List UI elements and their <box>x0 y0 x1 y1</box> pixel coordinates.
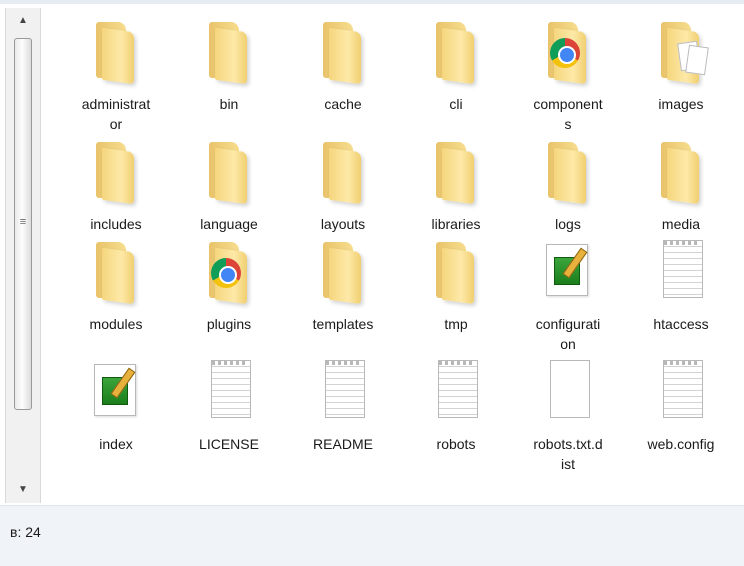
file-label: logs <box>555 216 581 232</box>
file-label: bin <box>219 96 239 112</box>
scroll-up-arrow-icon[interactable]: ▲ <box>6 10 40 32</box>
file-item-robots-txt-dist[interactable]: robots.txt.d ist <box>520 358 616 474</box>
file-item-media[interactable]: media <box>633 138 729 234</box>
vertical-scrollbar[interactable]: ▲ ≡ ▼ <box>5 8 41 503</box>
file-item-readme[interactable]: README <box>295 358 391 454</box>
folder-icon <box>538 138 598 206</box>
file-item-bin[interactable]: bin <box>181 18 277 114</box>
file-item-language[interactable]: language <box>181 138 277 234</box>
file-label: includes <box>90 216 142 232</box>
file-label: modules <box>89 316 143 332</box>
php-file-icon <box>86 358 146 426</box>
folder-icon <box>651 138 711 206</box>
chrome-folder-icon <box>538 18 598 86</box>
file-label: cache <box>324 96 362 112</box>
folder-icon <box>86 238 146 306</box>
folder-icon <box>313 138 373 206</box>
file-item-htaccess[interactable]: htaccess <box>633 238 729 334</box>
text-file-icon <box>651 358 711 426</box>
file-label: htaccess <box>653 316 709 332</box>
file-label: README <box>313 436 373 452</box>
status-bar: в: 24 <box>0 505 744 566</box>
file-label: images <box>658 96 704 112</box>
file-item-templates[interactable]: templates <box>295 238 391 334</box>
chrome-folder-icon <box>199 238 259 306</box>
file-label: tmp <box>444 316 468 332</box>
file-item-index[interactable]: index <box>68 358 164 454</box>
file-label: media <box>661 216 701 232</box>
scrollbar-thumb[interactable]: ≡ <box>14 38 32 410</box>
php-file-icon <box>538 238 598 306</box>
file-item-cli[interactable]: cli <box>408 18 504 114</box>
folder-icon <box>86 138 146 206</box>
text-file-icon <box>313 358 373 426</box>
file-label: LICENSE <box>199 436 259 452</box>
text-file-icon <box>199 358 259 426</box>
scroll-down-arrow-icon[interactable]: ▼ <box>6 479 40 501</box>
text-file-icon <box>651 238 711 306</box>
images-folder-icon <box>651 18 711 86</box>
file-item-administrator[interactable]: administrat or <box>68 18 164 134</box>
window-top-edge <box>0 0 744 4</box>
file-label: cli <box>449 96 463 112</box>
file-label: layouts <box>320 216 366 232</box>
file-label: libraries <box>431 216 481 232</box>
file-label: language <box>200 216 258 232</box>
file-label: administrat or <box>81 96 151 132</box>
blank-file-icon <box>538 358 598 426</box>
folder-icon <box>313 238 373 306</box>
file-label: component s <box>533 96 603 132</box>
file-item-components[interactable]: component s <box>520 18 616 134</box>
file-label: plugins <box>206 316 252 332</box>
file-item-robots[interactable]: robots <box>408 358 504 454</box>
item-count: в: 24 <box>10 524 41 540</box>
file-item-libraries[interactable]: libraries <box>408 138 504 234</box>
file-item-cache[interactable]: cache <box>295 18 391 114</box>
file-label: templates <box>312 316 374 332</box>
file-item-configuration[interactable]: configurati on <box>520 238 616 354</box>
file-label: index <box>99 436 133 452</box>
file-label: robots.txt.d ist <box>533 436 603 472</box>
file-item-layouts[interactable]: layouts <box>295 138 391 234</box>
file-item-plugins[interactable]: plugins <box>181 238 277 334</box>
folder-icon <box>86 18 146 86</box>
file-label: configurati on <box>535 316 601 352</box>
folder-icon <box>199 138 259 206</box>
text-file-icon <box>426 358 486 426</box>
file-item-tmp[interactable]: tmp <box>408 238 504 334</box>
file-item-modules[interactable]: modules <box>68 238 164 334</box>
file-item-includes[interactable]: includes <box>68 138 164 234</box>
folder-icon <box>199 18 259 86</box>
file-label: robots <box>436 436 476 452</box>
file-item-license[interactable]: LICENSE <box>181 358 277 454</box>
file-item-logs[interactable]: logs <box>520 138 616 234</box>
scroll-grip-icon: ≡ <box>19 216 27 228</box>
file-item-images[interactable]: images <box>633 18 729 114</box>
folder-icon <box>426 238 486 306</box>
folder-icon <box>426 138 486 206</box>
folder-icon <box>426 18 486 86</box>
folder-icon <box>313 18 373 86</box>
file-label: web.config <box>647 436 715 452</box>
file-item-web-config[interactable]: web.config <box>633 358 729 454</box>
